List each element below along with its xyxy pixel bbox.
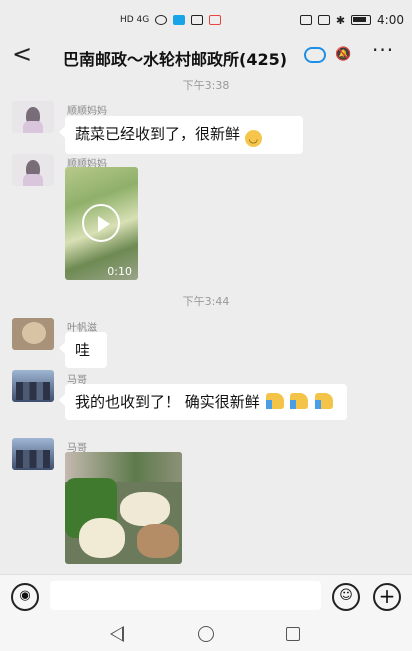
avatar[interactable] — [12, 370, 54, 402]
image-message[interactable] — [65, 452, 182, 564]
thumbs-up-emoji-icon — [265, 393, 284, 409]
smile-emoji-icon: ◡ — [244, 130, 262, 147]
chat-app-icon — [155, 15, 168, 25]
app-red-icon — [209, 15, 222, 25]
message-input[interactable] — [50, 581, 321, 610]
message-bubble[interactable]: 哇 — [59, 332, 107, 368]
photo-region — [120, 492, 170, 526]
system-navigation-bar — [0, 616, 412, 651]
mute-bell-icon: 🔕 — [335, 47, 352, 62]
bluetooth-icon: ✱ — [335, 13, 346, 27]
chat-header: < 巴南邮政～水轮村邮政所(425) 🔕 ··· — [0, 38, 412, 72]
photo-region — [79, 518, 125, 558]
avatar[interactable] — [12, 438, 54, 470]
message-text: 哇 — [75, 341, 91, 359]
input-bar: ◉ ☺ + — [0, 574, 412, 616]
thumbs-up-emoji-icon — [315, 393, 334, 409]
app-notification-icon — [173, 15, 186, 25]
battery-icon — [351, 15, 372, 25]
thumbs-up-emoji-icon — [290, 393, 309, 409]
status-icons-right: ✱ 4:00 — [299, 13, 404, 27]
clock: 4:00 — [377, 13, 404, 27]
play-icon[interactable] — [82, 204, 120, 242]
network-label: HD 4G — [120, 15, 150, 25]
plus-icon[interactable]: + — [373, 583, 401, 611]
chat-title: 巴南邮政～水轮村邮政所(425) — [63, 50, 288, 69]
video-message[interactable]: 0:10 — [65, 167, 138, 280]
more-button[interactable]: ··· — [372, 38, 394, 62]
nfc-icon — [299, 15, 312, 25]
timestamp: 下午3:38 — [182, 79, 230, 92]
back-button[interactable]: < — [12, 40, 32, 68]
video-duration: 0:10 — [107, 265, 132, 278]
message-text: 我的也收到了！ 确实很新鲜 — [75, 393, 260, 411]
avatar[interactable] — [12, 154, 54, 186]
message-icon — [191, 15, 204, 25]
sender-name: 顺顺妈妈 — [67, 106, 107, 117]
avatar[interactable] — [12, 101, 54, 133]
emoji-icon[interactable]: ☺ — [332, 583, 360, 611]
message-bubble[interactable]: 蔬菜已经收到了，很新鲜 ◡ — [59, 116, 303, 154]
system-back-icon[interactable] — [110, 626, 124, 642]
system-recents-icon[interactable] — [286, 627, 300, 641]
photo-region — [137, 524, 179, 558]
voice-input-icon[interactable]: ◉ — [11, 583, 39, 611]
timestamp: 下午3:44 — [182, 295, 230, 308]
avatar[interactable] — [12, 318, 54, 350]
status-icons-left: HD 4G — [120, 15, 222, 25]
status-bar: HD 4G ✱ 4:00 — [0, 0, 412, 40]
system-home-icon[interactable] — [198, 626, 214, 642]
vibrate-icon — [317, 15, 330, 25]
group-chat-icon[interactable] — [304, 47, 326, 63]
message-text: 蔬菜已经收到了，很新鲜 — [75, 125, 241, 143]
message-bubble[interactable]: 我的也收到了！ 确实很新鲜 — [59, 384, 347, 420]
